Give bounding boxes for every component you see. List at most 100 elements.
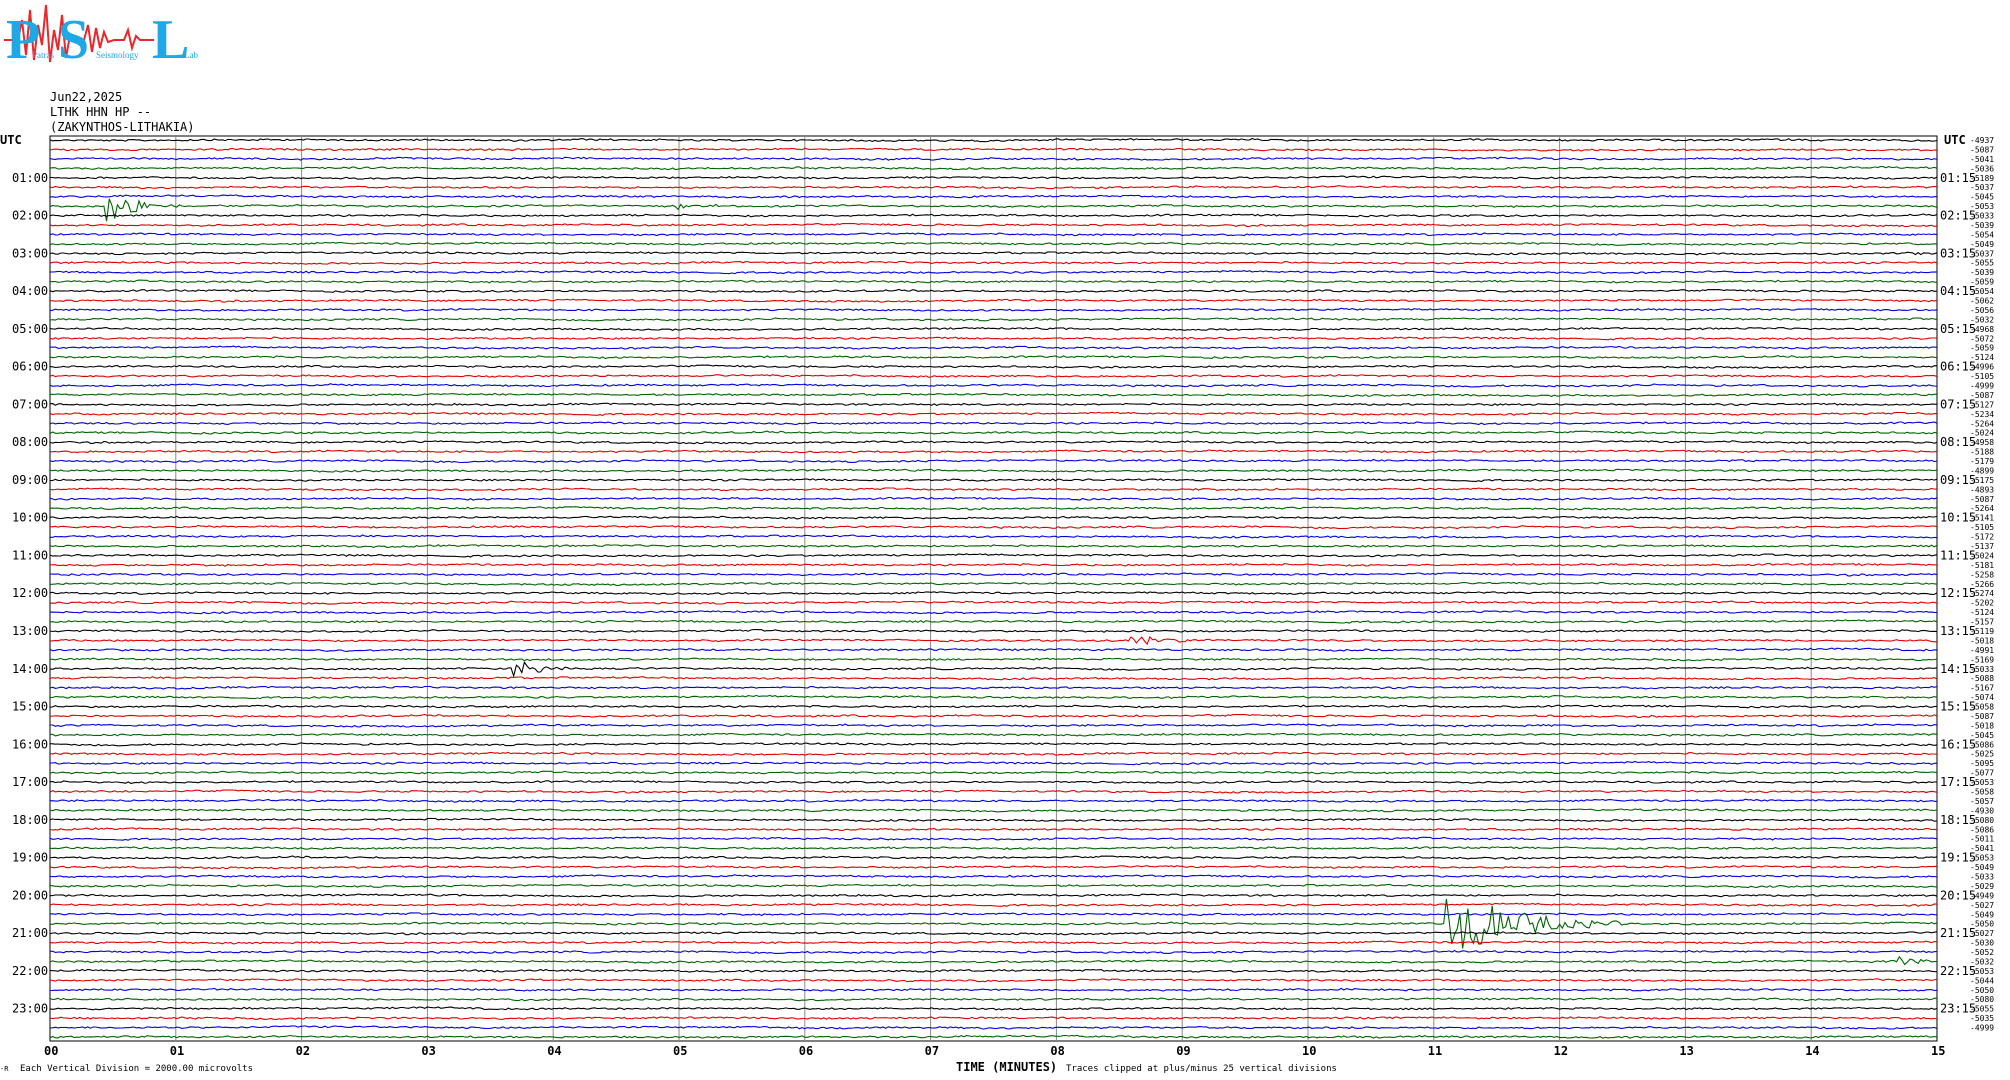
- trace-line: [49, 364, 1938, 369]
- corner-mark: -R: [0, 1065, 9, 1073]
- trace-line: [49, 198, 1938, 222]
- x-tick-label: 11: [1428, 1044, 1442, 1058]
- hour-label-right: 13:15: [1940, 624, 1976, 638]
- trace-line: [49, 515, 1938, 520]
- x-tick-label: 06: [799, 1044, 813, 1058]
- trace-line: [49, 1025, 1938, 1030]
- trace-line: [49, 912, 1938, 917]
- trace-line: [49, 336, 1938, 341]
- trace-line: [49, 402, 1937, 407]
- trace-line: [49, 789, 1938, 794]
- hour-label-left: 11:00: [12, 548, 48, 562]
- hour-label-left: 23:00: [12, 1002, 48, 1016]
- x-tick-label: 02: [296, 1044, 310, 1058]
- trace-line: [49, 468, 1938, 473]
- hour-label-left: 06:00: [12, 360, 48, 374]
- x-tick-label: 12: [1554, 1044, 1568, 1058]
- trace-value-label: -5033: [1970, 872, 1994, 881]
- trace-value-label: -5095: [1970, 759, 1994, 768]
- trace-line: [49, 968, 1938, 973]
- hour-label-right: 12:15: [1940, 586, 1976, 600]
- trace-line: [49, 657, 1938, 662]
- x-tick-label: 08: [1050, 1044, 1064, 1058]
- hour-label-left: 08:00: [12, 435, 48, 449]
- trace-line: [49, 628, 1938, 633]
- trace-line: [49, 808, 1938, 813]
- trace-line: [49, 355, 1938, 360]
- trace-value-label: -5167: [1970, 684, 1994, 693]
- hour-label-left: 15:00: [12, 700, 48, 714]
- hour-label-left: 22:00: [12, 964, 48, 978]
- trace-line: [50, 949, 1938, 954]
- trace-line: [50, 723, 1938, 728]
- hour-label-right: 14:15: [1940, 662, 1976, 676]
- trace-line: [49, 902, 1938, 907]
- trace-value-label: -5087: [1970, 495, 1994, 504]
- trace-line: [49, 955, 1938, 966]
- trace-line: [49, 798, 1938, 803]
- hour-label-left: 02:00: [12, 209, 48, 223]
- x-axis-title: TIME (MINUTES): [956, 1060, 1057, 1074]
- hour-label-left: 01:00: [12, 171, 48, 185]
- trace-value-label: -5050: [1970, 986, 1994, 995]
- trace-line: [49, 326, 1938, 332]
- trace-line: [50, 562, 1938, 567]
- trace-line: [49, 1034, 1938, 1039]
- trace-line: [49, 855, 1938, 860]
- trace-line: [49, 270, 1938, 275]
- x-tick-label: 01: [170, 1044, 184, 1058]
- trace-line: [49, 590, 1938, 596]
- trace-line: [49, 694, 1938, 700]
- trace-line: [49, 166, 1938, 171]
- trace-line: [49, 194, 1937, 199]
- trace-line: [49, 430, 1938, 435]
- trace-value-label: -5124: [1970, 608, 1994, 617]
- hour-label-right: 16:15: [1940, 737, 1976, 751]
- scale-note: Each Vertical Division = 2000.00 microvo…: [20, 1064, 253, 1074]
- trace-line: [49, 676, 1938, 681]
- trace-value-label: -5258: [1970, 570, 1994, 579]
- hour-label-left: 07:00: [12, 397, 48, 411]
- hour-label-right: 10:15: [1940, 511, 1976, 525]
- trace-line: [49, 893, 1938, 898]
- hour-label-left: 10:00: [12, 511, 48, 525]
- trace-value-label: -5041: [1970, 155, 1994, 164]
- trace-line: [49, 619, 1938, 624]
- trace-value-label: -5172: [1970, 533, 1994, 542]
- trace-value-label: -4999: [1970, 381, 1994, 390]
- trace-value-label: -5045: [1970, 193, 1994, 202]
- trace-line: [49, 298, 1938, 303]
- x-tick-label: 04: [547, 1044, 561, 1058]
- trace-line: [49, 421, 1938, 426]
- hour-label-right: 22:15: [1940, 964, 1976, 978]
- trace-value-label: -5057: [1970, 797, 1994, 806]
- trace-line: [49, 307, 1938, 312]
- trace-value-label: -5264: [1970, 419, 1994, 428]
- hour-label-right: 03:15: [1940, 246, 1976, 260]
- trace-line: [49, 458, 1938, 464]
- trace-value-label: -5056: [1970, 306, 1994, 315]
- trace-line: [49, 713, 1938, 719]
- hour-label-right: 11:15: [1940, 548, 1976, 562]
- hour-label-left: 18:00: [12, 813, 48, 827]
- trace-value-label: -5052: [1970, 948, 1994, 957]
- trace-line: [49, 779, 1938, 784]
- trace-line: [49, 317, 1938, 322]
- trace-value-label: -4999: [1970, 1024, 1994, 1033]
- hour-label-right: 01:15: [1940, 171, 1976, 185]
- x-tick-label: 10: [1302, 1044, 1316, 1058]
- x-tick-label: 09: [1176, 1044, 1190, 1058]
- trace-line: [49, 232, 1938, 237]
- trace-line: [49, 827, 1938, 832]
- trace-line: [50, 449, 1938, 454]
- trace-line: [49, 251, 1938, 256]
- trace-line: [49, 345, 1938, 350]
- trace-line: [49, 392, 1937, 398]
- hour-label-left: 20:00: [12, 888, 48, 902]
- trace-line: [49, 898, 1938, 949]
- hour-label-left: 12:00: [12, 586, 48, 600]
- trace-value-label: -5054: [1970, 230, 1994, 239]
- left-axis-title: UTC: [0, 133, 22, 147]
- hour-label-left: 19:00: [12, 851, 48, 865]
- trace-line: [49, 572, 1938, 577]
